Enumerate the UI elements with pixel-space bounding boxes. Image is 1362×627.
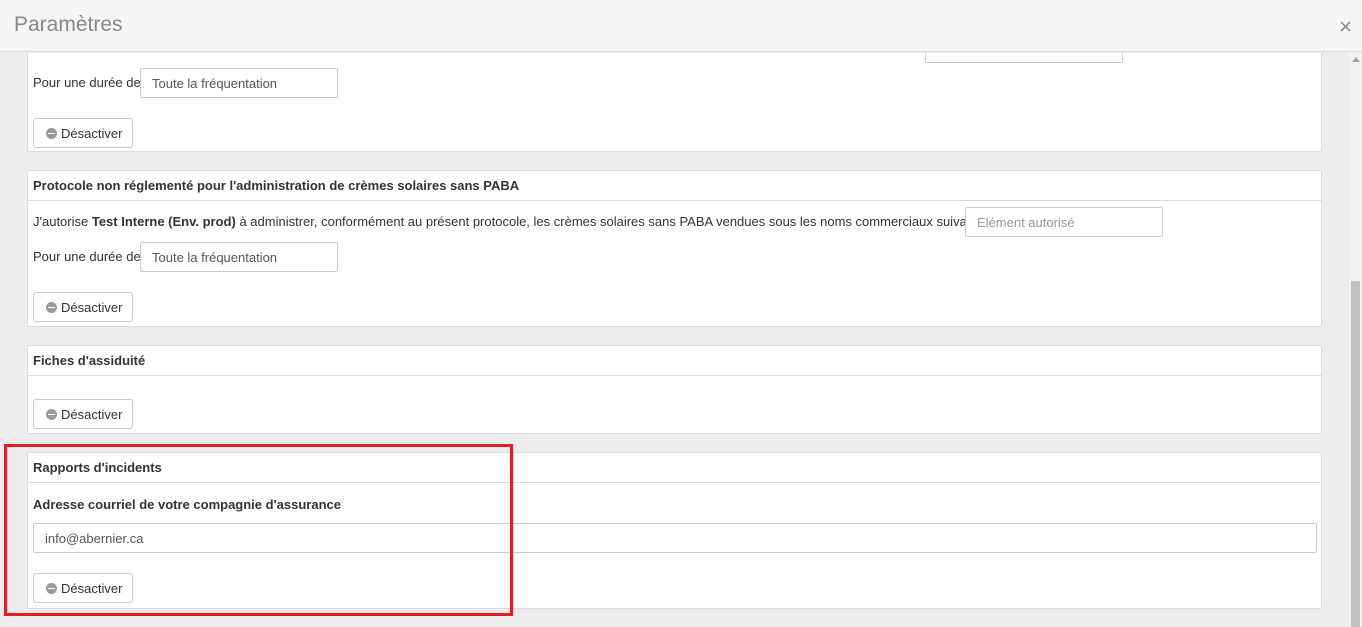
institution-name: Test Interne (Env. prod) [91, 214, 236, 229]
duration-label: Pour une durée de [33, 249, 141, 264]
duration-row: Pour une durée de [33, 68, 141, 98]
deactivate-label: Désactiver [61, 580, 123, 596]
insurance-email-input[interactable] [33, 523, 1317, 553]
panel-incident-reports: Rapports d'incidents Adresse courriel de… [27, 452, 1322, 609]
modal-header: Paramètres × [0, 0, 1362, 52]
authorization-text: J'autorise Test Interne (Env. prod) à ad… [33, 214, 992, 229]
duration-input[interactable] [140, 242, 338, 272]
minus-circle-icon [46, 582, 57, 594]
minus-circle-icon [46, 408, 57, 420]
panel-sunscreen-protocol: Protocole non réglementé pour l'administ… [27, 170, 1322, 327]
deactivate-button[interactable]: Désactiver [33, 573, 134, 603]
scrollbar-thumb[interactable] [1351, 281, 1360, 627]
deactivate-label: Désactiver [61, 406, 123, 422]
deactivate-button[interactable]: Désactiver [33, 118, 134, 148]
duration-label: Pour une durée de [33, 75, 141, 90]
authorized-item-input[interactable] [965, 207, 1163, 237]
minus-circle-icon [46, 127, 57, 139]
close-icon[interactable]: × [1339, 16, 1352, 38]
panel-attendance-sheets: Fiches d'assiduité Désactiver [27, 345, 1322, 434]
deactivate-label: Désactiver [61, 125, 123, 141]
deactivate-label: Désactiver [61, 299, 123, 315]
duration-row: Pour une durée de [33, 242, 141, 272]
vertical-scrollbar[interactable] [1349, 53, 1362, 627]
panel-partial: Pour une durée de Désactiver [27, 53, 1322, 152]
panel-title: Rapports d'incidents [28, 453, 1321, 483]
minus-circle-icon [46, 301, 57, 313]
duration-input[interactable] [140, 68, 338, 98]
deactivate-button[interactable]: Désactiver [33, 292, 134, 322]
panel-title: Fiches d'assiduité [28, 346, 1321, 376]
settings-scroll-area: Pour une durée de Désactiver Protocole n… [0, 53, 1349, 627]
insurance-email-label: Adresse courriel de votre compagnie d'as… [33, 497, 341, 512]
modal-title: Paramètres [14, 13, 123, 36]
scroll-up-arrow-icon[interactable] [1352, 57, 1360, 62]
deactivate-button[interactable]: Désactiver [33, 399, 134, 429]
authorized-item-input-partial[interactable] [925, 53, 1123, 63]
panel-title: Protocole non réglementé pour l'administ… [28, 171, 1321, 201]
